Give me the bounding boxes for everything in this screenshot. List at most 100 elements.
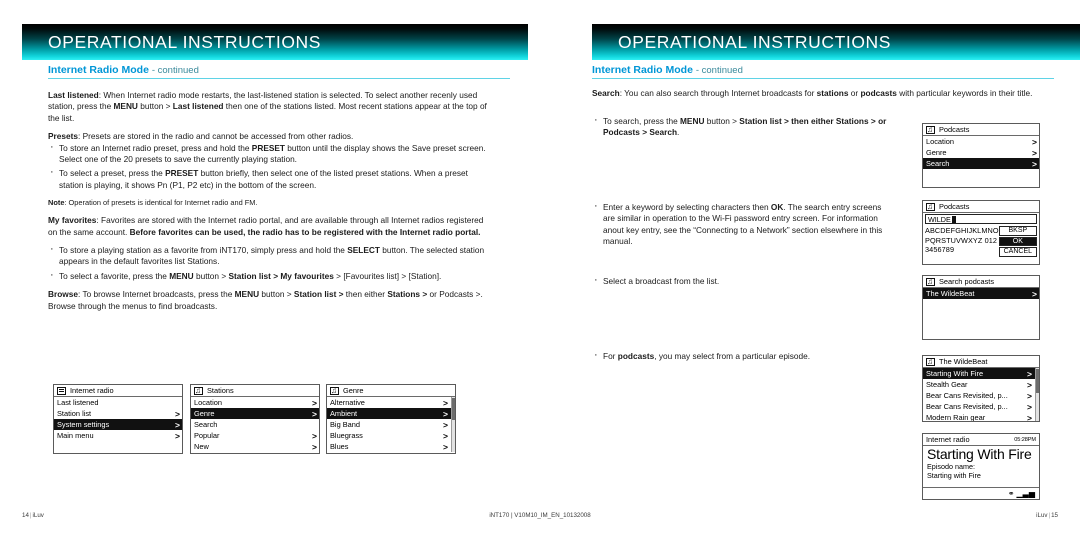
scrollbar-thumb[interactable] bbox=[1036, 369, 1039, 393]
cancel-button[interactable]: CANCEL bbox=[998, 247, 1037, 257]
character-row[interactable]: PQRSTUVWXYZ 012 bbox=[925, 236, 999, 246]
list-item[interactable]: Bluegrass > bbox=[327, 430, 455, 441]
lcd-title-bar: Stations bbox=[191, 385, 319, 397]
row-label: Bear Cans Revisited, p... bbox=[926, 402, 1008, 411]
scrollbar[interactable] bbox=[1035, 368, 1039, 421]
now-playing-body: Starting With Fire Episodo name: Startin… bbox=[923, 446, 1039, 480]
row-label: Alternative bbox=[330, 398, 365, 407]
list-item[interactable]: Bear Cans Revisited, p... > bbox=[923, 390, 1039, 401]
list-item[interactable]: Modern Rain gear > bbox=[923, 412, 1039, 421]
page-left: OPERATIONAL INSTRUCTIONS Internet Radio … bbox=[0, 0, 540, 540]
character-row[interactable]: ABCDEFGHIJKLMNO bbox=[925, 226, 999, 236]
row-label: Starting With Fire bbox=[926, 369, 984, 378]
row-label: System settings bbox=[57, 420, 110, 429]
list-item: To select a preset, press the PRESET but… bbox=[48, 167, 492, 191]
chevron-right-icon: > bbox=[312, 430, 317, 441]
chevron-right-icon: > bbox=[443, 430, 448, 441]
list-item[interactable]: Search bbox=[191, 419, 319, 430]
lcd-title-text: Internet radio bbox=[926, 435, 970, 444]
scrollbar-thumb[interactable] bbox=[452, 398, 455, 420]
character-grid[interactable]: ABCDEFGHIJKLMNO PQRSTUVWXYZ 012 3456789 bbox=[925, 226, 999, 257]
list-item[interactable]: Main menu > bbox=[54, 430, 182, 441]
list-item: For podcasts, you may select from a part… bbox=[592, 350, 892, 362]
banner-title: OPERATIONAL INSTRUCTIONS bbox=[48, 31, 322, 52]
lcd-title-text: The WildeBeat bbox=[939, 357, 988, 366]
chevron-right-icon: > bbox=[175, 430, 180, 441]
list-item[interactable]: Starting With Fire > bbox=[923, 368, 1039, 379]
subheading-rule bbox=[48, 78, 510, 79]
list-item[interactable]: System settings > bbox=[54, 419, 182, 430]
keyword-input[interactable]: WILDE bbox=[925, 214, 1037, 224]
scrollbar[interactable] bbox=[451, 397, 455, 452]
row-label: Blues bbox=[330, 442, 349, 451]
backspace-button[interactable]: BKSP bbox=[998, 226, 1037, 236]
paragraph-presets: Presets: Presets are stored in the radio… bbox=[48, 131, 354, 142]
music-note-icon bbox=[194, 386, 203, 396]
lcd-row-list: Starting With Fire > Stealth Gear > Bear C… bbox=[923, 368, 1039, 421]
subheading-title: Internet Radio Mode bbox=[592, 64, 693, 76]
banner-left: OPERATIONAL INSTRUCTIONS bbox=[22, 24, 528, 60]
wifi-signal-icon: ▁▃▅ bbox=[1016, 488, 1035, 498]
favorites-bullet-list: To store a playing station as a favorite… bbox=[48, 244, 492, 282]
chevron-right-icon: > bbox=[1032, 147, 1037, 158]
row-label: The WildeBeat bbox=[926, 289, 975, 298]
character-row[interactable]: 3456789 bbox=[925, 245, 999, 255]
list-item[interactable]: Last listened bbox=[54, 397, 182, 408]
row-label: Popular bbox=[194, 431, 220, 440]
list-item: To store a playing station as a favorite… bbox=[48, 244, 492, 268]
row-label: Search bbox=[926, 159, 950, 168]
keyword-bullet-list: Enter a keyword by selecting characters … bbox=[592, 201, 892, 248]
list-item[interactable]: Popular > bbox=[191, 430, 319, 441]
chevron-right-icon: > bbox=[1027, 379, 1032, 390]
music-note-icon bbox=[330, 386, 339, 396]
lcd-search-podcasts-results: Search podcasts The WildeBeat > bbox=[922, 275, 1040, 340]
list-item[interactable]: Search > bbox=[923, 158, 1039, 169]
row-label: New bbox=[194, 442, 209, 451]
list-item[interactable]: Location > bbox=[923, 136, 1039, 147]
list-item[interactable]: Genre > bbox=[191, 408, 319, 419]
list-item[interactable]: Location > bbox=[191, 397, 319, 408]
list-item[interactable]: Station list > bbox=[54, 408, 182, 419]
list-item[interactable]: Alternative > bbox=[327, 397, 455, 408]
episode-meta: Episodo name: Starting with Fire bbox=[927, 462, 1035, 480]
row-label: Location bbox=[194, 398, 222, 407]
list-item[interactable]: Bear Cans Revisited, p... > bbox=[923, 401, 1039, 412]
list-item: To search, press the MENU button > Stati… bbox=[592, 115, 892, 139]
lcd-row-list: Location > Genre > Search > bbox=[923, 136, 1039, 169]
lcd-title-text: Search podcasts bbox=[939, 277, 995, 286]
row-label: Main menu bbox=[57, 431, 94, 440]
row-label: Ambient bbox=[330, 409, 358, 418]
podcast-episode-bullet-list: For podcasts, you may select from a part… bbox=[592, 350, 892, 362]
list-item[interactable]: Genre > bbox=[923, 147, 1039, 158]
music-note-icon bbox=[926, 277, 935, 287]
radio-icon bbox=[57, 386, 66, 395]
chevron-right-icon: > bbox=[1027, 368, 1032, 379]
list-item[interactable]: The WildeBeat > bbox=[923, 288, 1039, 299]
list-item[interactable]: Stealth Gear > bbox=[923, 379, 1039, 390]
list-item[interactable]: Blues > bbox=[327, 441, 455, 452]
lcd-row-list: Last listened Station list > System setti… bbox=[54, 397, 182, 441]
chevron-right-icon: > bbox=[312, 441, 317, 452]
chevron-right-icon: > bbox=[443, 397, 448, 408]
right-body-text: To search, press the MENU button > Stati… bbox=[592, 115, 892, 369]
row-label: Genre bbox=[194, 409, 215, 418]
lcd-podcasts-menu: Podcasts Location > Genre > Search > bbox=[922, 123, 1040, 188]
lcd-genre-menu: Genre Alternative > Ambient > Big Band > Bl… bbox=[326, 384, 456, 454]
ok-button[interactable]: OK bbox=[998, 236, 1037, 246]
paragraph-my-favorites: My favorites: Favorites are stored with … bbox=[48, 215, 484, 237]
list-item[interactable]: New > bbox=[191, 441, 319, 452]
list-item[interactable]: Big Band > bbox=[327, 419, 455, 430]
lcd-title-bar: Genre bbox=[327, 385, 455, 397]
subheading-right: Internet Radio Mode - continued bbox=[592, 64, 1054, 79]
row-label: Stealth Gear bbox=[926, 380, 968, 389]
keyboard-area: ABCDEFGHIJKLMNO PQRSTUVWXYZ 012 3456789 … bbox=[923, 225, 1039, 257]
clock-time: 05:28PM bbox=[1014, 436, 1036, 443]
lcd-internet-radio-menu: Internet radio Last listened Station lis… bbox=[53, 384, 183, 454]
list-item: Enter a keyword by selecting characters … bbox=[592, 201, 892, 248]
list-item: Select a broadcast from the list. bbox=[592, 275, 892, 287]
row-label: Bluegrass bbox=[330, 431, 363, 440]
list-item[interactable]: Ambient > bbox=[327, 408, 455, 419]
lcd-row-list: Alternative > Ambient > Big Band > Bluegras… bbox=[327, 397, 455, 452]
text-cursor bbox=[951, 215, 956, 223]
row-label: Bear Cans Revisited, p... bbox=[926, 391, 1008, 400]
